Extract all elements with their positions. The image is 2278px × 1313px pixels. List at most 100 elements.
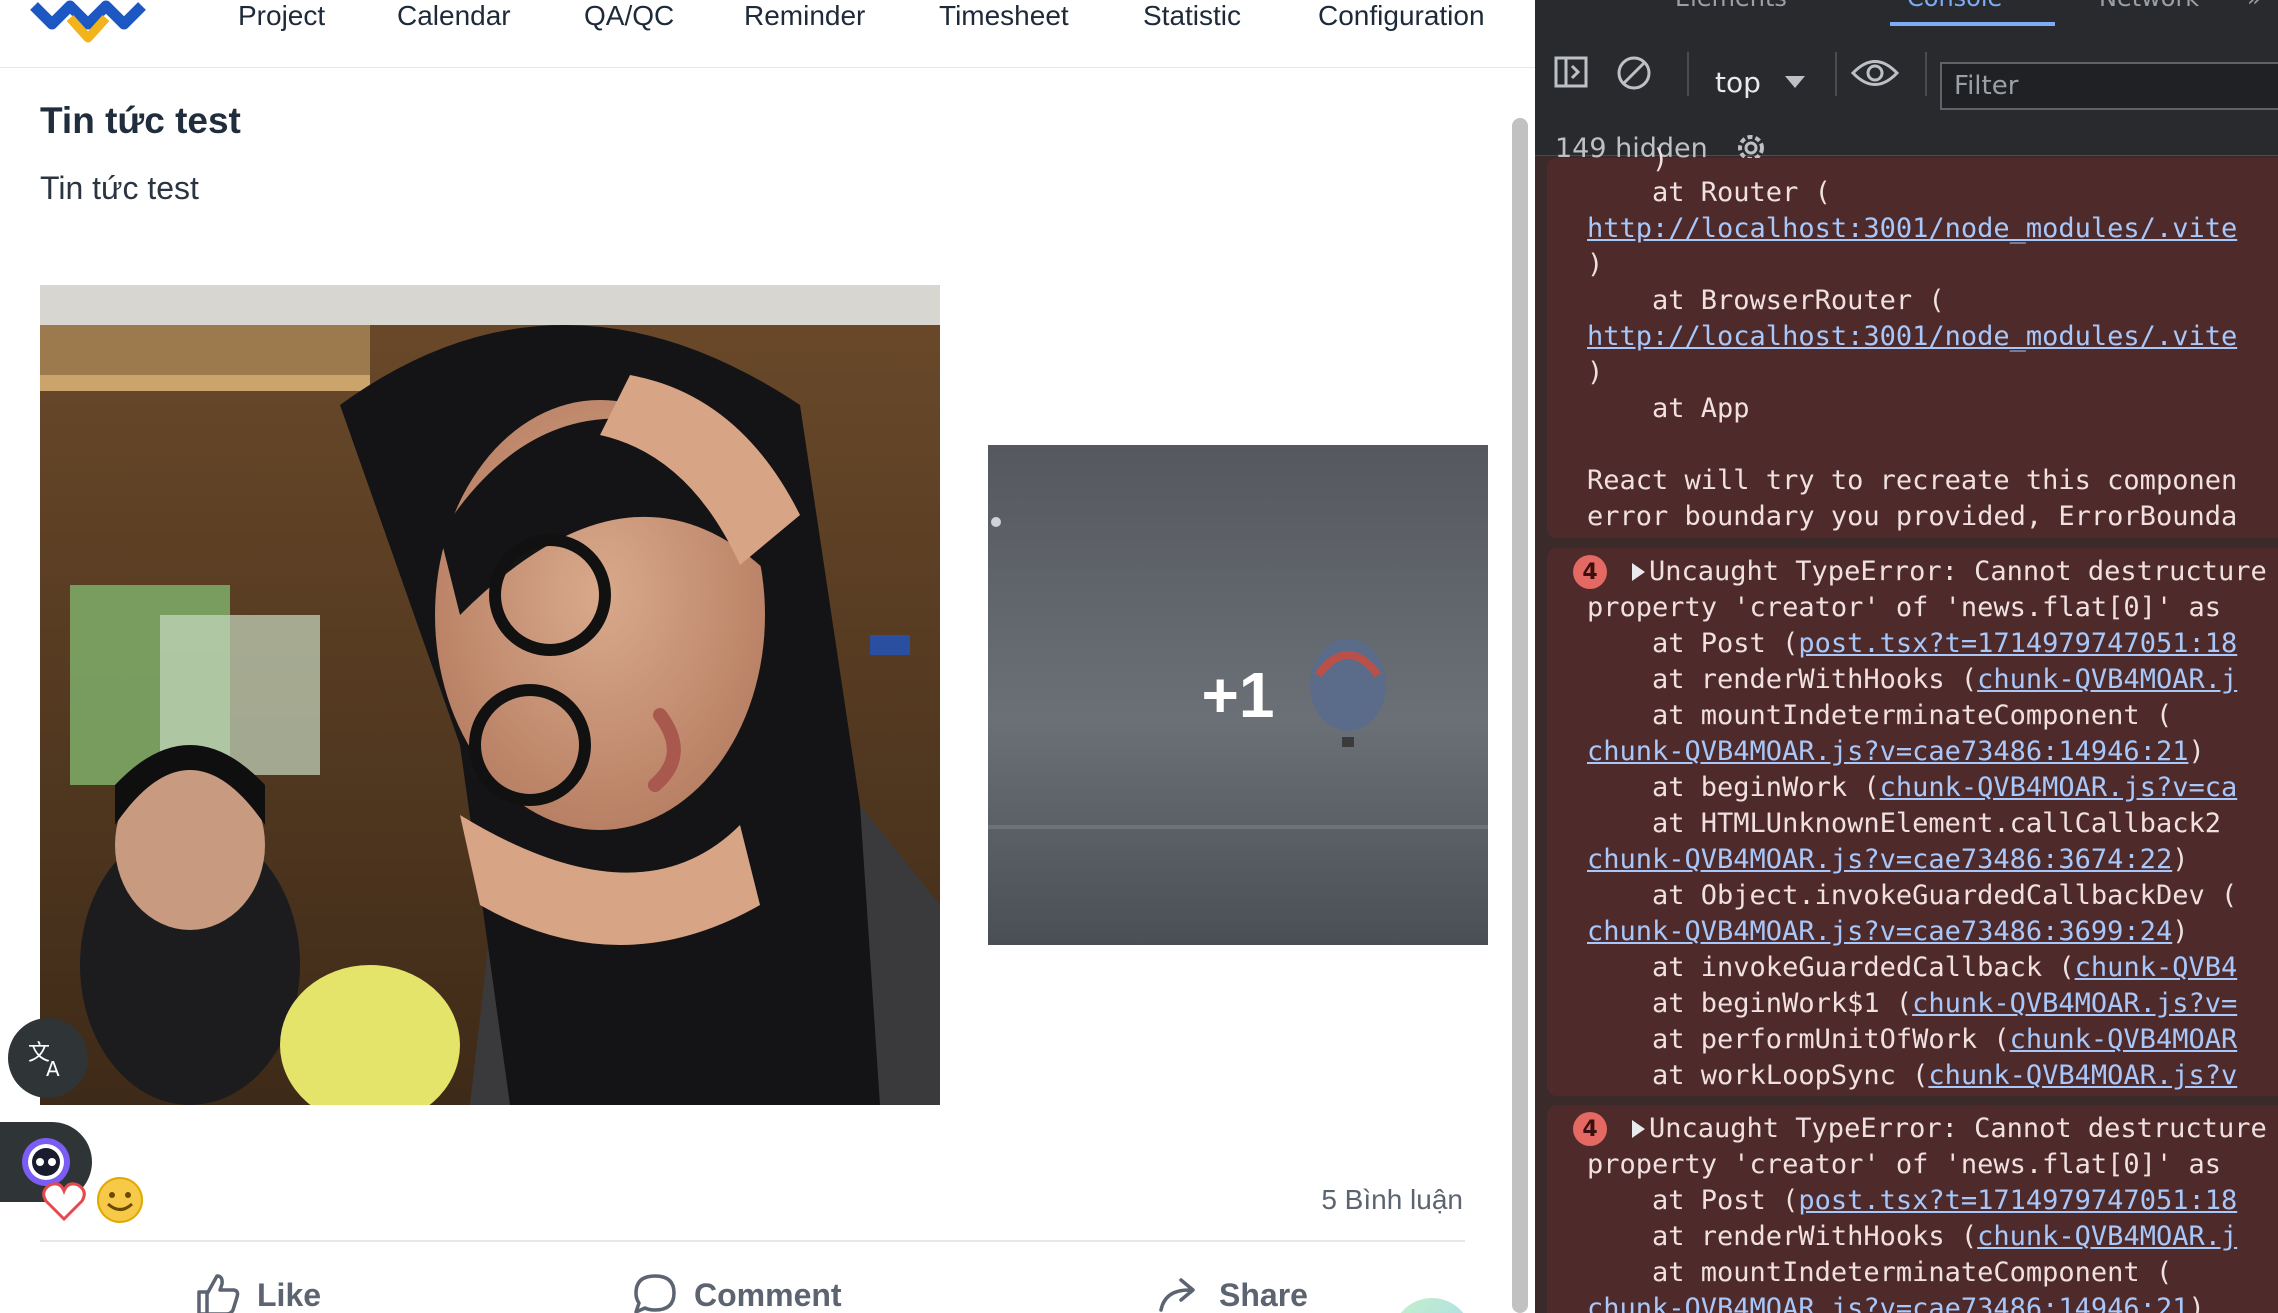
stack-frame-source-link[interactable]: post.tsx?t=1714979747051:18 (1798, 1185, 2237, 1216)
stack-frame-source-link[interactable]: chunk-QVB4MOAR.j (1977, 1221, 2237, 1252)
context-selector[interactable]: top (1715, 66, 1761, 99)
sidebar-toggle-icon[interactable] (1553, 54, 1589, 90)
nav-item-calendar[interactable]: Calendar (397, 0, 511, 32)
actions-divider (40, 1240, 1465, 1242)
heart-reaction-icon (42, 1182, 86, 1222)
stack-frame-suffix: ) (2188, 1293, 2205, 1313)
comment-button[interactable]: Comment (632, 1265, 842, 1313)
stack-frame-source-link[interactable]: chunk-QVB4MOAR.js?v (1928, 1060, 2237, 1091)
company-logo[interactable] (30, 0, 160, 44)
nav-item-timesheet[interactable]: Timesheet (939, 0, 1069, 32)
stack-frame-source-link[interactable]: chunk-QVB4MOAR.j (1977, 664, 2237, 695)
stack-frame-line: at Object.invokeGuardedCallbackDev ( (1587, 878, 2237, 914)
smile-reaction-icon (97, 1177, 143, 1223)
console-error-message[interactable]: 4 Uncaught TypeError: Cannot destructure… (1547, 548, 2278, 1096)
comment-count[interactable]: 5 Bình luận (1321, 1184, 1463, 1216)
top-navbar: Project Calendar QA/QC Reminder Timeshee… (0, 0, 1535, 68)
stack-frame-source-link[interactable]: chunk-QVB4MOAR.js?v=cae73486:14946:21 (1587, 736, 2188, 767)
translate-icon: 文 A (28, 1041, 60, 1080)
console-line: at App (1587, 393, 1750, 424)
toolbar-separator (1925, 52, 1927, 96)
stack-frame-line: at beginWork$1 (chunk-QVB4MOAR.js?v= (1587, 986, 2237, 1022)
expand-triangle-icon[interactable] (1632, 563, 1645, 581)
reaction-summary[interactable] (40, 1175, 160, 1225)
stack-frame-line: at mountIndeterminateComponent ( (1587, 698, 2172, 734)
console-error-message[interactable]: 4 Uncaught TypeError: Cannot destructure… (1547, 1105, 2278, 1313)
toolbar-separator (1835, 52, 1837, 96)
stack-frame-suffix: ) (2172, 916, 2189, 947)
stack-frame-source-link[interactable]: post.tsx?t=1714979747051:18 (1798, 628, 2237, 659)
stack-frame-line: chunk-QVB4MOAR.js?v=cae73486:14946:21) (1587, 734, 2205, 770)
nav-item-statistic[interactable]: Statistic (1143, 0, 1241, 32)
nav-item-qaqc[interactable]: QA/QC (584, 0, 674, 32)
nav-item-configuration[interactable]: Configuration (1318, 0, 1485, 32)
stack-frame-source-link[interactable]: chunk-QVB4MOAR.js?v=ca (1880, 772, 2238, 803)
stack-frame-source-link[interactable]: chunk-QVB4MOAR.js?v=cae73486:3699:24 (1587, 916, 2172, 947)
stack-frame-suffix: ) (2188, 736, 2205, 767)
share-arrow-icon (1159, 1278, 1195, 1312)
tab-console[interactable]: Console (1907, 0, 2002, 12)
stack-frame-function: at renderWithHooks ( (1587, 1221, 1978, 1252)
share-label: Share (1219, 1276, 1308, 1313)
stack-frame-source-link[interactable]: chunk-QVB4MOAR.js?v= (1912, 988, 2237, 1019)
stack-frame-line: chunk-QVB4MOAR.js?v=cae73486:3674:22) (1587, 842, 2188, 878)
stack-frame-function: at Post ( (1587, 1185, 1799, 1216)
stack-frame-function: at invokeGuardedCallback ( (1587, 952, 2075, 983)
stack-frame-line: at workLoopSync (chunk-QVB4MOAR.js?v (1587, 1058, 2237, 1094)
toolbar-separator (1687, 52, 1689, 96)
share-button[interactable]: Share (1157, 1265, 1308, 1313)
error-repeat-count: 4 (1573, 555, 1607, 589)
live-expression-eye-icon[interactable] (1851, 56, 1899, 90)
translate-button[interactable]: 文 A (8, 1018, 88, 1098)
comment-label: Comment (694, 1276, 842, 1313)
devtools-panel: Elements Console Network » top 149 hidde… (1535, 0, 2278, 1313)
error-line: Uncaught TypeError: Cannot destructure (1649, 556, 2267, 587)
more-tabs-icon[interactable]: » (2247, 0, 2262, 12)
console-toolbar: top 149 hidden (1535, 26, 2278, 164)
svg-text:A: A (46, 1057, 60, 1080)
dropdown-caret-icon[interactable] (1785, 76, 1805, 90)
stack-frame-suffix: ) (2172, 844, 2189, 875)
stack-frame-function: at workLoopSync ( (1587, 1060, 1929, 1091)
console-source-link[interactable]: http://localhost:3001/node_modules/.vite (1587, 211, 2237, 247)
thumbs-up-icon (197, 1274, 240, 1313)
expand-triangle-icon[interactable] (1632, 1120, 1645, 1138)
stack-frame-source-link[interactable]: chunk-QVB4MOAR.js?v=cae73486:14946:21 (1587, 1293, 2188, 1313)
console-line: ) (1587, 249, 1604, 280)
speech-bubble-icon (634, 1274, 676, 1313)
console-line: ) (1652, 144, 1669, 175)
stack-frame-source-link[interactable]: chunk-QVB4MOAR.js?v=cae73486:3674:22 (1587, 844, 2172, 875)
error-line: property 'creator' of 'news.flat[0]' as (1587, 1149, 2221, 1180)
more-images-count: +1 (1201, 659, 1275, 731)
stack-frame-line: chunk-QVB4MOAR.js?v=cae73486:3699:24) (1587, 914, 2188, 950)
device-toolbar-icon[interactable] (1613, 0, 1647, 12)
stack-frame-function: at Object.invokeGuardedCallbackDev ( (1587, 880, 2238, 911)
post-image-more[interactable]: +1 (988, 445, 1488, 945)
nav-item-reminder[interactable]: Reminder (744, 0, 865, 32)
stack-frame-line: at beginWork (chunk-QVB4MOAR.js?v=ca (1587, 770, 2237, 806)
inspect-cursor-icon[interactable] (1553, 0, 1583, 12)
clear-console-icon[interactable] (1615, 54, 1653, 92)
page-scrollbar-thumb[interactable] (1512, 118, 1528, 1313)
tab-network[interactable]: Network (2099, 0, 2199, 12)
stack-frame-source-link[interactable]: chunk-QVB4 (2075, 952, 2238, 983)
stack-frame-line: at renderWithHooks (chunk-QVB4MOAR.j (1587, 662, 2237, 698)
error-line: property 'creator' of 'news.flat[0]' as (1587, 592, 2221, 623)
stack-frame-line: at invokeGuardedCallback (chunk-QVB4 (1587, 950, 2237, 986)
like-button[interactable]: Like (195, 1265, 321, 1313)
stack-frame-line: at HTMLUnknownElement.callCallback2 (1587, 806, 2221, 842)
post-image-main[interactable] (40, 285, 940, 1105)
console-line: error boundary you provided, ErrorBounda (1587, 501, 2238, 532)
nav-item-project[interactable]: Project (238, 0, 325, 32)
stack-frame-function: at beginWork ( (1587, 772, 1880, 803)
floating-action-button[interactable] (1392, 1298, 1472, 1313)
devtools-tab-bar: Elements Console Network » (1535, 0, 2278, 26)
console-source-link[interactable]: http://localhost:3001/node_modules/.vite (1587, 319, 2237, 355)
like-label: Like (257, 1276, 322, 1313)
app-pane: Project Calendar QA/QC Reminder Timeshee… (0, 0, 1535, 1313)
console-message[interactable]: ) at Router ( http://localhost:3001/node… (1547, 144, 2278, 538)
stack-frame-source-link[interactable]: chunk-QVB4MOAR (2010, 1024, 2238, 1055)
stack-frame-function: at mountIndeterminateComponent ( (1587, 1257, 2173, 1288)
tab-elements[interactable]: Elements (1675, 0, 1787, 12)
console-filter-input[interactable] (1940, 62, 2278, 110)
